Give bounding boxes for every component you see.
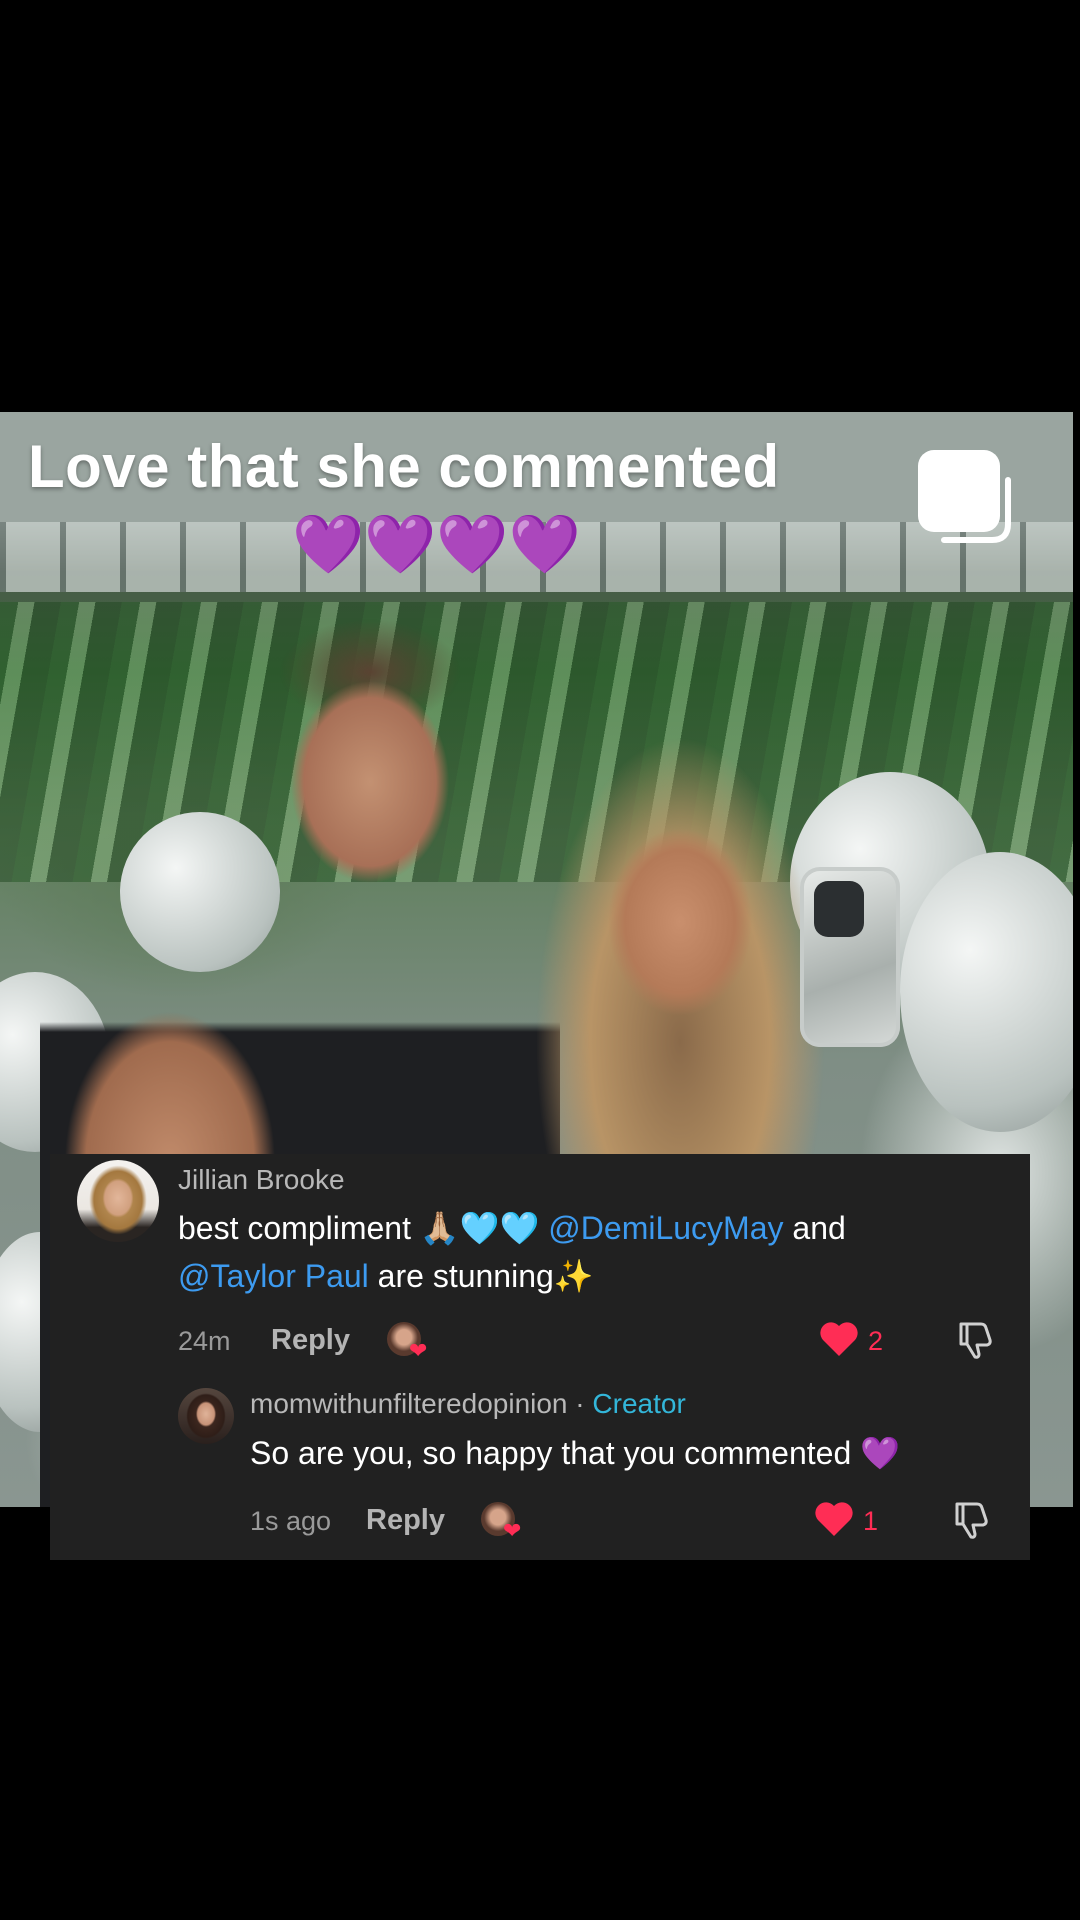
creator-liked-heart-icon: ❤ [503,1518,522,1543]
screen: Love that she commented 💜💜💜💜 Jillian Bro… [0,0,1080,1920]
comment-username[interactable]: Jillian Brooke [178,1164,345,1196]
comment-text: best compliment 🙏🏼🩵🩵 @DemiLucyMay and @T… [178,1204,998,1300]
like-count: 1 [863,1506,879,1536]
purple-hearts-emoji: 💜💜💜💜 [292,512,581,577]
dislike-icon[interactable] [949,1498,991,1540]
creator-liked-heart-icon: ❤ [409,1338,428,1363]
mention-link[interactable]: @DemiLucyMay [548,1210,783,1246]
separator: · [567,1388,593,1419]
reply-button[interactable]: Reply [366,1504,445,1537]
comment-timestamp: 24m [178,1326,231,1356]
comment-text-part: and [783,1210,846,1246]
photo-phone [800,867,900,1047]
reply-timestamp: 1s ago [250,1506,332,1536]
heart-icon[interactable] [818,1320,860,1358]
dislike-icon[interactable] [953,1318,995,1360]
creator-badge: Creator [592,1388,686,1419]
avatar[interactable] [178,1388,234,1444]
reply-username[interactable]: momwithunfilteredopinion [250,1388,568,1419]
video-caption: Love that she commented [28,433,780,500]
comment-text-part: are stunning✨ [368,1258,594,1294]
reply-text: So are you, so happy that you commented … [250,1435,900,1471]
like-count: 2 [868,1326,884,1356]
mention-link[interactable]: @Taylor Paul [178,1258,369,1294]
avatar[interactable] [77,1160,159,1242]
sticker-icon[interactable] [914,446,1020,546]
reply-username-line: momwithunfilteredopinion · Creator [250,1388,686,1420]
reply-button[interactable]: Reply [271,1324,350,1357]
comment-card: Jillian Brooke best compliment 🙏🏼🩵🩵 @Dem… [50,1154,1030,1560]
heart-icon[interactable] [813,1500,855,1538]
comment-text-part: best compliment 🙏🏼🩵🩵 [178,1210,549,1246]
